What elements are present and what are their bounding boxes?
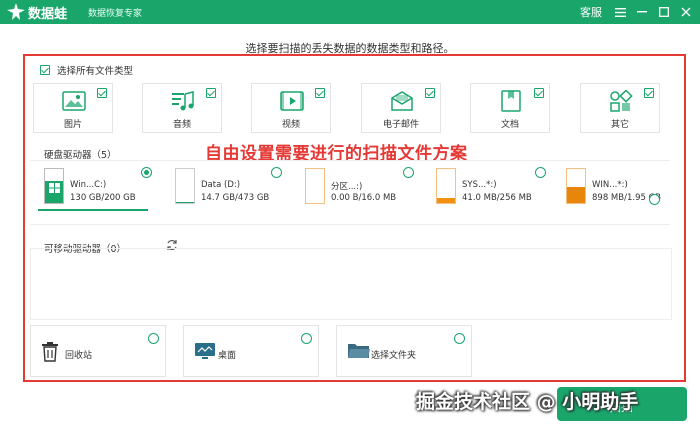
drive-partition-radio[interactable] [403, 167, 414, 178]
drive-d-radio[interactable] [271, 167, 282, 178]
drive-size: 130 GB/200 GB [70, 193, 136, 203]
file-type-label: 文档 [500, 120, 519, 130]
drive-win-radio[interactable] [649, 194, 660, 205]
drive-name: Win...C:) [70, 180, 107, 190]
file-type-label: 音频 [172, 120, 191, 130]
document-checkbox[interactable] [534, 88, 544, 98]
recycle-bin-radio[interactable] [148, 333, 159, 344]
image-checkbox[interactable] [97, 88, 107, 98]
drive-icon [436, 168, 456, 204]
logo-icon [7, 3, 25, 20]
drive-c-radio[interactable] [141, 167, 152, 178]
app-brand: 数据蛙 [28, 7, 68, 22]
desktop-radio[interactable] [301, 333, 312, 344]
audio-icon [172, 91, 194, 111]
menu-icon[interactable] [611, 2, 629, 22]
drive-icon [175, 168, 195, 204]
file-type-document[interactable]: 文档 [470, 83, 550, 133]
file-type-other[interactable]: 其它 [580, 83, 660, 133]
image-icon [62, 91, 86, 111]
email-checkbox[interactable] [425, 88, 435, 98]
location-choose-folder[interactable]: 选择文件夹 [336, 325, 472, 377]
recycle-bin-icon [42, 342, 58, 362]
choose-folder-radio[interactable] [454, 333, 465, 344]
app-slogan: 数据恢复专家 [88, 9, 143, 19]
drive-name: WIN...*:) [592, 180, 628, 190]
location-desktop[interactable]: 桌面 [183, 325, 319, 377]
other-checkbox[interactable] [644, 88, 654, 98]
hard-drives-title: 硬盘驱动器（5） [44, 150, 117, 161]
drive-win[interactable]: WIN...*:) 898 MB/1.95 GB [566, 168, 676, 210]
file-type-label: 视频 [281, 120, 300, 130]
windows-icon [49, 183, 60, 193]
file-type-label: 其它 [610, 120, 629, 130]
video-checkbox[interactable] [315, 88, 325, 98]
drive-size: 41.0 MB/256 MB [462, 193, 532, 203]
drive-icon [44, 168, 64, 204]
video-icon [280, 91, 304, 111]
title-bar: 数据蛙 数据恢复专家 客服 [0, 0, 700, 24]
select-all-checkbox[interactable] [40, 65, 50, 75]
folder-icon [348, 344, 370, 358]
audio-checkbox[interactable] [206, 88, 216, 98]
maximize-icon[interactable] [655, 2, 673, 22]
drive-name: 分区...:) [331, 182, 363, 192]
select-all-label: 选择所有文件类型 [57, 66, 134, 77]
drive-size: 14.7 GB/473 GB [201, 193, 270, 203]
drive-c[interactable]: Win...C:) 130 GB/200 GB [44, 168, 154, 210]
file-type-label: 图片 [63, 120, 82, 130]
drive-icon [566, 168, 586, 204]
file-type-email[interactable]: 电子邮件 [361, 83, 441, 133]
drive-partition[interactable]: 分区...:) 0.00 B/16.0 MB [305, 168, 415, 210]
drive-icon [305, 168, 325, 204]
file-type-image[interactable]: 图片 [33, 83, 113, 133]
location-label: 回收站 [65, 351, 93, 361]
file-type-label: 电子邮件 [382, 120, 419, 130]
watermark: 掘金技术社区 @ 小明助手 [416, 391, 639, 413]
other-icon [610, 90, 633, 112]
drive-d[interactable]: Data (D:) 14.7 GB/473 GB [175, 168, 285, 210]
document-icon [501, 90, 521, 112]
drive-sys-radio[interactable] [535, 167, 546, 178]
drive-name: SYS...*:) [462, 180, 497, 190]
file-type-video[interactable]: 视频 [251, 83, 331, 133]
instruction-text: 选择要扫描的丢失数据的数据类型和路径。 [245, 42, 455, 55]
email-icon [391, 91, 413, 111]
removable-drives-panel [30, 248, 672, 320]
location-recycle-bin[interactable]: 回收站 [30, 325, 166, 377]
location-label: 选择文件夹 [371, 351, 417, 361]
location-label: 桌面 [218, 351, 237, 361]
drive-sys[interactable]: SYS...*:) 41.0 MB/256 MB [436, 168, 546, 210]
drive-size: 0.00 B/16.0 MB [331, 193, 397, 203]
support-button[interactable]: 客服 [578, 2, 604, 22]
file-type-audio[interactable]: 音频 [142, 83, 222, 133]
desktop-icon [195, 343, 215, 359]
drive-name: Data (D:) [201, 180, 241, 190]
minimize-icon[interactable] [633, 2, 651, 22]
close-icon[interactable] [677, 2, 695, 22]
select-all-file-types[interactable]: 选择所有文件类型 [40, 63, 133, 77]
selected-drive-indicator [38, 209, 148, 211]
